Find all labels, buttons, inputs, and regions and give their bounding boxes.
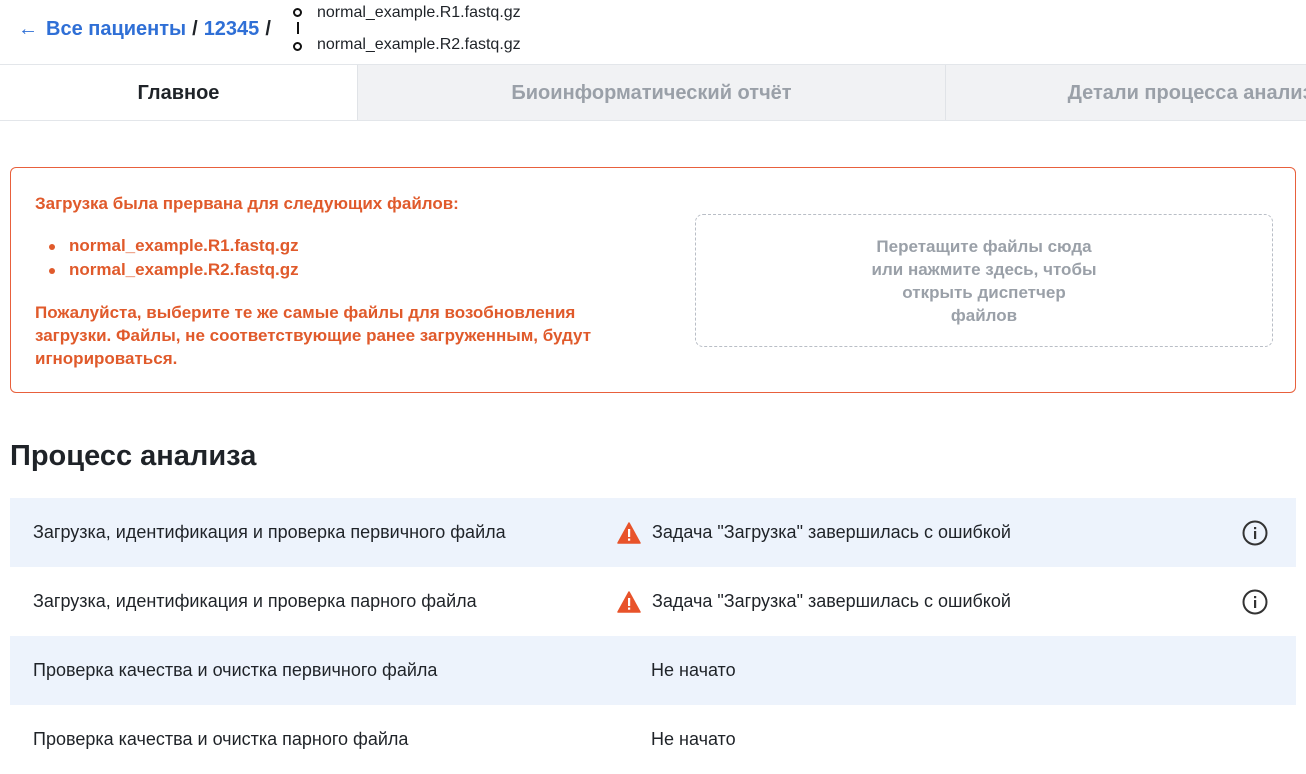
- tab-analysis-details[interactable]: Детали процесса анализа: [945, 65, 1306, 120]
- interrupted-files-list: normal_example.R1.fastq.gz normal_exampl…: [49, 234, 299, 282]
- upload-interrupted-alert: Загрузка была прервана для следующих фай…: [10, 167, 1296, 393]
- process-step-row: Загрузка, идентификация и проверка перви…: [10, 498, 1296, 567]
- step-name: Проверка качества и очистка парного файл…: [33, 729, 409, 749]
- step-name: Загрузка, идентификация и проверка перви…: [33, 522, 506, 542]
- warning-icon: [617, 590, 641, 613]
- step-status: Задача "Загрузка" завершилась с ошибкой: [617, 590, 1011, 613]
- sample-files: normal_example.R1.fastq.gz normal_exampl…: [293, 2, 583, 58]
- file-name-r2: normal_example.R2.fastq.gz: [317, 36, 521, 53]
- alert-title: Загрузка была прервана для следующих фай…: [35, 194, 459, 213]
- process-step-row: Проверка качества и очистка парного файл…: [10, 705, 1296, 774]
- info-icon[interactable]: [1242, 589, 1268, 615]
- step-name: Проверка качества и очистка первичного ф…: [33, 660, 438, 680]
- tab-main[interactable]: Главное: [0, 65, 357, 120]
- step-status: Задача "Загрузка" завершилась с ошибкой: [617, 521, 1011, 544]
- file-node-icon: [293, 42, 302, 51]
- list-item: normal_example.R2.fastq.gz: [49, 258, 299, 282]
- breadcrumb-separator: /: [265, 17, 271, 40]
- dropzone-text: Перетащите файлы сюда или нажмите здесь,…: [871, 236, 1097, 325]
- list-item: normal_example.R1.fastq.gz: [49, 234, 299, 258]
- process-step-row: Проверка качества и очистка первичного ф…: [10, 636, 1296, 705]
- warning-icon: [617, 521, 641, 544]
- step-status-text: Задача "Загрузка" завершилась с ошибкой: [652, 591, 1011, 611]
- alert-message: Пожалуйста, выберите те же самые файлы д…: [35, 303, 592, 368]
- file-dropzone[interactable]: Перетащите файлы сюда или нажмите здесь,…: [695, 214, 1273, 347]
- breadcrumb-separator: /: [192, 17, 198, 40]
- info-icon[interactable]: [1242, 520, 1268, 546]
- step-status-text: Не начато: [651, 729, 736, 749]
- process-title: Процесс анализа: [10, 440, 257, 472]
- process-step-row: Загрузка, идентификация и проверка парно…: [10, 567, 1296, 636]
- breadcrumb: ← Все пациенты / 12345 /: [18, 16, 277, 42]
- page-header: ← Все пациенты / 12345 / normal_example.…: [0, 0, 1306, 64]
- patient-id-link[interactable]: 12345: [204, 18, 260, 41]
- step-status-text: Не начато: [651, 660, 736, 680]
- step-name: Загрузка, идентификация и проверка парно…: [33, 591, 477, 611]
- all-patients-link[interactable]: Все пациенты: [46, 18, 186, 41]
- back-arrow-icon[interactable]: ←: [18, 18, 38, 41]
- file-name-r1: normal_example.R1.fastq.gz: [317, 4, 521, 21]
- step-status-text: Задача "Загрузка" завершилась с ошибкой: [652, 522, 1011, 542]
- file-connector: [297, 22, 299, 34]
- tab-bar: Главное Биоинформатический отчёт Детали …: [0, 64, 1306, 121]
- tab-bioinformatics-report[interactable]: Биоинформатический отчёт: [357, 65, 945, 120]
- file-node-icon: [293, 8, 302, 17]
